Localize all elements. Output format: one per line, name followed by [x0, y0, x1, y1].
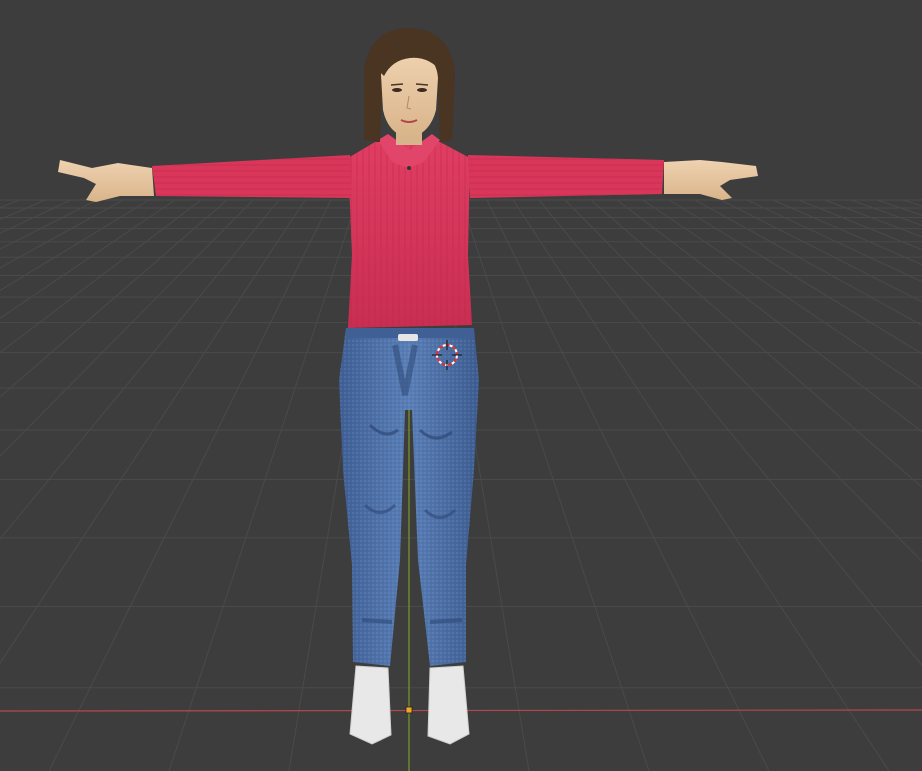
- grid-line: [668, 199, 922, 355]
- grid-line: [460, 199, 650, 771]
- grid-line: [720, 199, 922, 303]
- grid-line: [0, 199, 306, 665]
- object-origin-point: [405, 706, 413, 714]
- character-mesh-icon[interactable]: [58, 28, 758, 745]
- right-shoe: [427, 665, 470, 745]
- grid-line: [0, 199, 72, 234]
- grid-line: [512, 199, 890, 771]
- grid-line: [798, 199, 922, 251]
- 3d-viewport[interactable]: [0, 0, 922, 771]
- grid-line: [0, 199, 20, 209]
- grid-line: [746, 199, 922, 283]
- grid-line: [486, 199, 770, 771]
- grid-line: [48, 199, 332, 771]
- grid-line: [590, 199, 922, 488]
- grid-line: [642, 199, 922, 389]
- grid-line: [0, 199, 150, 292]
- grid-line: [850, 199, 922, 226]
- grid-line: [0, 199, 202, 354]
- left-hand: [58, 160, 154, 202]
- viewport-canvas[interactable]: [0, 0, 922, 771]
- right-hand: [664, 160, 758, 200]
- left-shoe: [349, 665, 392, 745]
- grid-line: [564, 199, 922, 563]
- grid-line: [0, 199, 228, 398]
- belt-label: [398, 334, 418, 341]
- grid-line: [0, 199, 124, 269]
- grid-line: [168, 199, 358, 771]
- grid-line: [0, 199, 280, 540]
- grid-line: [902, 199, 922, 207]
- grid-line: [824, 199, 922, 238]
- grid-line: [0, 199, 46, 221]
- grid-line: [0, 199, 254, 457]
- grid-line: [876, 199, 922, 216]
